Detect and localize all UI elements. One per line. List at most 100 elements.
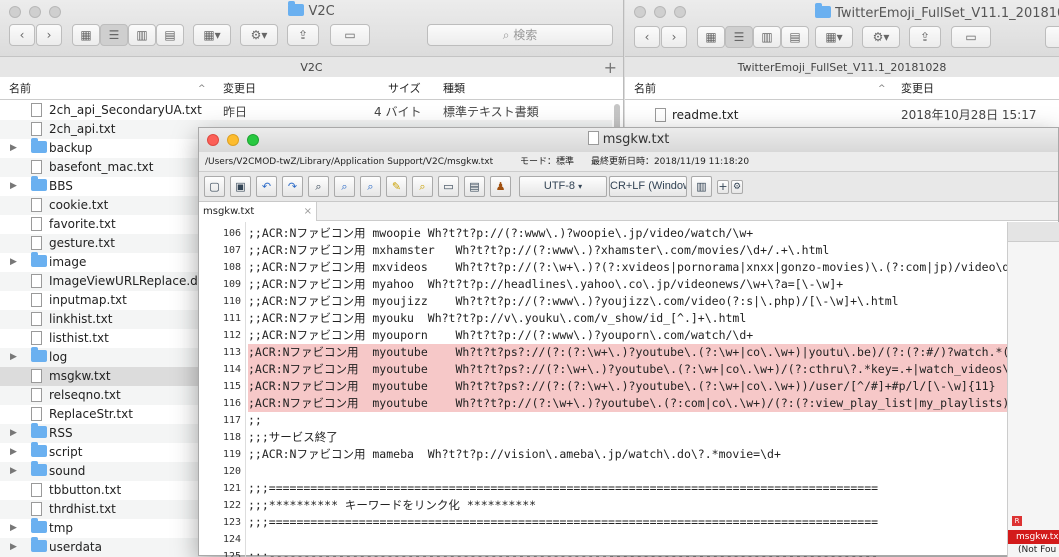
open-window-icon[interactable]: ▭ xyxy=(438,176,459,197)
code-line[interactable]: ;;ACR:Nファビコン用 mxvideos Wh?t?t?p://(?:\w+… xyxy=(248,259,1007,276)
disclosure-triangle-icon[interactable]: ▶ xyxy=(10,139,17,158)
record-icon[interactable]: R xyxy=(1012,516,1022,526)
col-kind[interactable]: 種類 xyxy=(443,78,465,100)
tab-msgkw[interactable]: msgkw.txt × xyxy=(199,202,317,221)
search-input[interactable]: ⌕ 検索 xyxy=(427,24,613,46)
column-view-button[interactable]: ▥ xyxy=(128,24,156,46)
col-name[interactable]: 名前 xyxy=(9,78,31,100)
share-icon-2[interactable]: ⇪ xyxy=(909,26,941,48)
close-button-2[interactable] xyxy=(634,6,646,18)
icon-view-button[interactable]: ▦ xyxy=(72,24,100,46)
search-icon[interactable]: ⌕ xyxy=(308,176,329,197)
highlight-icon[interactable]: ✎ xyxy=(386,176,407,197)
code-line[interactable]: ;;ACR:Nファビコン用 myoujizz Wh?t?t?p://(?:www… xyxy=(248,293,899,310)
gallery-view-button-2[interactable]: ▤ xyxy=(781,26,809,48)
back-button-2[interactable]: ‹ xyxy=(634,26,660,48)
code-line[interactable]: ;ACR:Nファビコン用 myoutube Wh?t?t?ps?://(?:\w… xyxy=(248,361,1007,378)
code-line[interactable]: ;;ACR:Nファビコン用 mwoopie Wh?t?t?p://(?:www\… xyxy=(248,225,753,242)
side-item-selected[interactable]: msgkw.tx xyxy=(1008,530,1059,544)
first-row-kind: 標準テキスト書類 xyxy=(443,105,539,119)
first-row-date: 昨日 xyxy=(223,105,248,119)
chevron-down-icon: ▾ xyxy=(578,182,583,191)
disclosure-triangle-icon[interactable]: ▶ xyxy=(10,253,17,272)
line-number: 120 xyxy=(222,466,241,477)
action-gear-icon[interactable]: ⚙▾ xyxy=(240,24,278,46)
add-icon[interactable]: + xyxy=(717,180,729,194)
lineend-value: CR+LF (Windows) xyxy=(610,180,686,192)
code-line[interactable]: ;;ACR:Nファビコン用 mxhamster Wh?t?t?p://(?:ww… xyxy=(248,242,829,259)
disclosure-triangle-icon[interactable]: ▶ xyxy=(10,348,17,367)
image-search-icon[interactable]: ⌕ xyxy=(412,176,433,197)
forward-button-2[interactable]: › xyxy=(661,26,687,48)
list-view-button[interactable]: ☰ xyxy=(100,24,128,46)
document-icon xyxy=(31,158,42,178)
back-button[interactable]: ‹ xyxy=(9,24,35,46)
list-item[interactable]: readme.txt 2018年10月28日 15:17 xyxy=(625,104,1059,126)
col-name-2[interactable]: 名前 xyxy=(634,78,656,100)
close-icon[interactable]: × xyxy=(304,202,312,221)
icon-view-button-2[interactable]: ▦ xyxy=(697,26,725,48)
code-line[interactable]: ;;;=====================================… xyxy=(248,514,878,531)
find-prev-icon[interactable]: ⌕ xyxy=(334,176,355,197)
code-line[interactable]: ;ACR:Nファビコン用 myoutube Wh?t?t?ps?://(?:(?… xyxy=(248,344,1007,361)
file-name: script xyxy=(49,445,83,459)
disclosure-triangle-icon[interactable]: ▶ xyxy=(10,443,17,462)
folder-icon xyxy=(31,423,47,443)
gear-icon[interactable]: ⚙ xyxy=(731,180,743,194)
disclosure-triangle-icon[interactable]: ▶ xyxy=(10,177,17,196)
column-view-button-2[interactable]: ▥ xyxy=(753,26,781,48)
folder-icon xyxy=(31,442,47,457)
new-file-icon[interactable]: ▢ xyxy=(204,176,225,197)
arrange-button[interactable]: ▦▾ xyxy=(193,24,231,46)
tag-icon-2[interactable]: ▭ xyxy=(951,26,991,48)
gear-icon-2[interactable]: ⚙▾ xyxy=(862,26,900,48)
document-icon xyxy=(31,331,42,345)
sidebar-toggle-icon[interactable]: ▥ xyxy=(691,176,712,197)
add-tab-icon[interactable]: + xyxy=(604,57,617,78)
gallery-view-button[interactable]: ▤ xyxy=(156,24,184,46)
code-line[interactable]: ;;ACR:Nファビコン用 myouku Wh?t?t?p://v\.youku… xyxy=(248,310,746,327)
code-line[interactable]: ;;ACR:Nファビコン用 mameba Wh?t?t?p://vision\.… xyxy=(248,446,781,463)
code-line[interactable]: ;;ACR:Nファビコン用 myahoo Wh?t?t?p://headline… xyxy=(248,276,843,293)
code-line[interactable]: ;;ACR:Nファビコン用 myouporn Wh?t?t?p://(?:www… xyxy=(248,327,753,344)
finder2-titlebar: TwitterEmoji_FullSet_V11.1_20181028 ‹ › … xyxy=(625,0,1059,77)
file-name: sound xyxy=(49,464,86,478)
minimize-button[interactable] xyxy=(227,134,239,146)
disclosure-triangle-icon[interactable]: ▶ xyxy=(10,462,17,481)
code-line[interactable]: ;;;=====================================… xyxy=(248,480,878,497)
col-date-2[interactable]: 変更日 xyxy=(901,78,934,100)
folder-icon xyxy=(31,461,47,476)
code-line[interactable]: ;;;********** キーワードをリンク化 ********** xyxy=(248,497,536,514)
code-line[interactable]: ;ACR:Nファビコン用 myoutube Wh?t?t?p://(?:\w+\… xyxy=(248,395,1007,412)
save-icon[interactable]: ▣ xyxy=(230,176,251,197)
col-size[interactable]: サイズ xyxy=(388,78,421,100)
tag-icon[interactable]: ▭ xyxy=(330,24,370,46)
zoom-button-2[interactable] xyxy=(674,6,686,18)
document-icon xyxy=(31,103,42,117)
list-view-button-2[interactable]: ☰ xyxy=(725,26,753,48)
code-line[interactable]: ;;;サービス終了 xyxy=(248,429,338,446)
arrange-button-2[interactable]: ▦▾ xyxy=(815,26,853,48)
print-icon[interactable]: ▤ xyxy=(464,176,485,197)
encoding-select[interactable]: UTF-8 ▾ xyxy=(519,176,607,197)
code-line[interactable]: ;ACR:Nファビコン用 myoutube Wh?t?t?ps?://(?:(?… xyxy=(248,378,996,395)
undo-icon[interactable]: ↶ xyxy=(256,176,277,197)
redo-icon[interactable]: ↷ xyxy=(282,176,303,197)
share-icon[interactable]: ⇪ xyxy=(287,24,319,46)
file-name: listhist.txt xyxy=(49,331,109,345)
lineend-select[interactable]: CR+LF (Windows) xyxy=(609,176,687,197)
disclosure-triangle-icon[interactable]: ▶ xyxy=(10,538,17,557)
minimize-button-2[interactable] xyxy=(654,6,666,18)
col-date[interactable]: 変更日 xyxy=(223,78,256,100)
code-line[interactable]: ;; xyxy=(248,412,262,429)
stamp-icon[interactable]: ♟ xyxy=(490,176,511,197)
disclosure-triangle-icon[interactable]: ▶ xyxy=(10,424,17,443)
search-button-2[interactable] xyxy=(1045,26,1059,48)
find-next-icon[interactable]: ⌕ xyxy=(360,176,381,197)
disclosure-triangle-icon[interactable]: ▶ xyxy=(10,519,17,538)
zoom-button[interactable] xyxy=(247,134,259,146)
code-editor[interactable]: 106 ;;ACR:Nファビコン用 mwoopie Wh?t?t?p://(?:w… xyxy=(199,222,1007,557)
close-button[interactable] xyxy=(207,134,219,146)
forward-button[interactable]: › xyxy=(36,24,62,46)
folder-icon xyxy=(31,423,47,438)
